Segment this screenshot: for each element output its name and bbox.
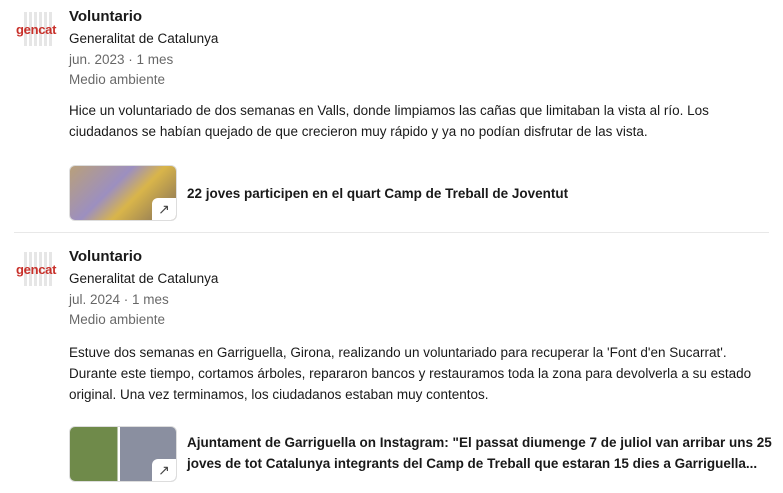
divider — [14, 232, 769, 233]
entry-description: Hice un voluntariado de dos semanas en V… — [69, 103, 709, 139]
media-title[interactable]: Ajuntament de Garriguella on Instagram: … — [187, 432, 772, 474]
entry-title: Voluntario — [69, 248, 143, 265]
entry-category: Medio ambiente — [69, 312, 166, 327]
media-title[interactable]: 22 joves participen en el quart Camp de … — [187, 183, 772, 204]
external-link-icon: ↗ — [152, 198, 176, 220]
entry-date: jul. 2024 · 1 mes — [69, 292, 169, 307]
gencat-logo[interactable]: gencat — [16, 12, 60, 46]
external-link-icon: ↗ — [152, 459, 176, 481]
entry-title: Voluntario — [69, 8, 143, 25]
entry-category: Medio ambiente — [69, 72, 166, 87]
entry-organization: Generalitat de Catalunya — [69, 271, 219, 286]
entry-description: Estuve dos semanas en Garriguella, Giron… — [69, 345, 752, 402]
entry-organization: Generalitat de Catalunya — [69, 31, 219, 46]
media-thumbnail[interactable]: ↗ — [69, 165, 177, 221]
media-thumbnail[interactable]: ↗ — [69, 426, 177, 482]
gencat-logo[interactable]: gencat — [16, 252, 60, 286]
entry-date: jun. 2023 · 1 mes — [69, 52, 174, 67]
